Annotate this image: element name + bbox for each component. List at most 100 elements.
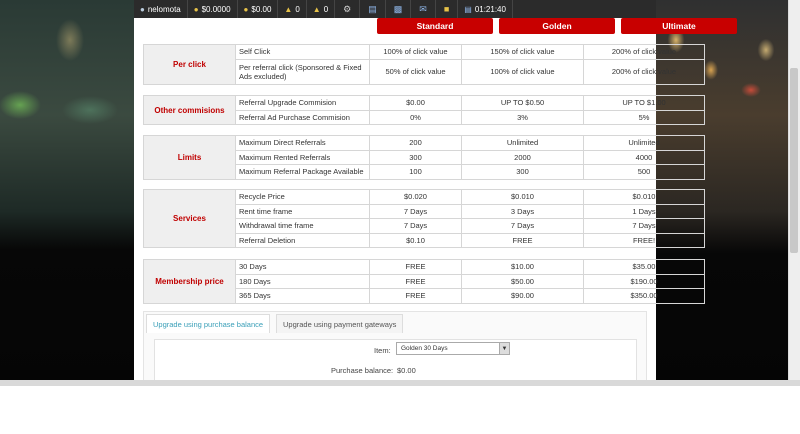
row-label: Rent time frame <box>235 203 370 219</box>
gear-icon: ⚙ <box>343 3 352 14</box>
plan-headers: Standard Golden Ultimate <box>242 18 737 34</box>
row-label: 365 Days <box>235 288 370 304</box>
row-label: Self Click <box>235 44 370 60</box>
direct-referrals[interactable]: ▲ 0 <box>278 0 307 18</box>
cell-value: $190.00 <box>583 273 705 289</box>
cell-value: Unlimited <box>461 135 584 151</box>
user-menu[interactable]: ● nelomota <box>134 0 188 18</box>
tab-purchase-balance[interactable]: Upgrade using purchase balance <box>146 314 271 333</box>
cell-value: 7 Days <box>461 218 584 234</box>
cell-value: UP TO $0.50 <box>461 95 584 111</box>
stats-button[interactable]: ▩ <box>386 0 412 18</box>
coins-icon: ● <box>193 4 199 14</box>
background-left-image <box>0 0 134 384</box>
rented-referrals[interactable]: ▲ 0 <box>307 0 336 18</box>
per-click-table: Per click Self Click 100% of click value… <box>143 44 705 85</box>
row-label: 180 Days <box>235 273 370 289</box>
referrals-icon: ▲ <box>312 4 321 14</box>
cell-value: 7 Days <box>369 218 462 234</box>
plan-standard-button[interactable]: Standard <box>377 18 493 34</box>
cell-value: 500 <box>583 164 705 180</box>
row-label: Maximum Direct Referrals <box>235 135 370 151</box>
logout-button[interactable]: ■ <box>436 0 459 18</box>
cell-value: 200% of click value <box>583 58 705 85</box>
cell-value: 2000 <box>461 149 584 165</box>
coins-icon: ● <box>243 4 249 14</box>
shop-button[interactable]: ▤ <box>360 0 386 18</box>
cell-value: 7 Days <box>583 218 705 234</box>
cell-value: $350.00 <box>583 288 705 304</box>
top-status-bar: ● nelomota ● $0.0000 ● $0.00 ▲ 0 ▲ 0 ⚙ ▤ ▩ ✉ … <box>134 0 656 18</box>
cell-value: FREE <box>461 232 584 248</box>
cell-value: $10.00 <box>461 259 584 275</box>
item-label: Item: <box>374 346 391 355</box>
cell-value: 3 Days <box>461 203 584 219</box>
category-label: Membership price <box>143 259 236 304</box>
category-label: Limits <box>143 135 236 180</box>
purchase-balance-value: $0.00 <box>397 366 416 375</box>
cell-value: Unlimited <box>583 135 705 151</box>
table-row: Membership price 30 Days FREE $10.00 $35… <box>143 259 705 304</box>
referrals-icon: ▲ <box>284 4 293 14</box>
cell-value: 150% of click value <box>461 44 584 60</box>
plan-golden-button[interactable]: Golden <box>499 18 615 34</box>
limits-table: Limits Maximum Direct Referrals 200 Unli… <box>143 135 705 180</box>
chevron-down-icon: ▼ <box>499 343 509 354</box>
category-label: Other commisions <box>143 95 236 125</box>
cell-value: FREE <box>369 259 462 275</box>
row-label: Withdrawal time frame <box>235 218 370 234</box>
cell-value: $0.020 <box>369 189 462 205</box>
cell-value: FREE <box>369 288 462 304</box>
table-row: Services Recycle Price $0.020 $0.010 $0.… <box>143 189 705 248</box>
purchase-balance-label: Purchase balance: <box>331 366 394 375</box>
table-row: Other commisions Referral Upgrade Commis… <box>143 95 705 125</box>
cart-icon: ▤ <box>464 4 472 14</box>
item-select[interactable]: Golden 30 Days ▼ <box>396 342 510 355</box>
mail-icon: ✉ <box>419 3 427 14</box>
cell-value: 50% of click value <box>369 58 462 85</box>
cell-value: 100 <box>369 164 462 180</box>
lock-icon: ■ <box>443 4 450 14</box>
cell-value: FREE! <box>583 232 705 248</box>
settings-button[interactable]: ⚙ <box>335 0 361 18</box>
cell-value: 200 <box>369 135 462 151</box>
cell-value: 3% <box>461 109 584 125</box>
cell-value: $0.10 <box>369 232 462 248</box>
scrollbar-thumb[interactable] <box>790 68 798 253</box>
taskbar-strip <box>0 380 800 386</box>
cell-value: $50.00 <box>461 273 584 289</box>
cell-value: 5% <box>583 109 705 125</box>
cell-value: 0% <box>369 109 462 125</box>
cell-value: 7 Days <box>369 203 462 219</box>
category-label: Services <box>143 189 236 248</box>
item-select-value: Golden 30 Days <box>401 345 448 352</box>
other-commisions-table: Other commisions Referral Upgrade Commis… <box>143 95 705 125</box>
messages-button[interactable]: ✉ <box>411 0 436 18</box>
table-row: Limits Maximum Direct Referrals 200 Unli… <box>143 135 705 180</box>
main-balance[interactable]: ● $0.0000 <box>188 0 238 18</box>
cell-value: 4000 <box>583 149 705 165</box>
chart-icon: ▩ <box>393 3 403 14</box>
table-row: Per click Self Click 100% of click value… <box>143 44 705 85</box>
row-label: Maximum Rented Referrals <box>235 149 370 165</box>
purchase-balance[interactable]: ● $0.00 <box>238 0 279 18</box>
cell-value: FREE <box>369 273 462 289</box>
cell-value: $0.010 <box>461 189 584 205</box>
cell-value: 100% of click value <box>369 44 462 60</box>
cell-value: 300 <box>369 149 462 165</box>
cell-value: $90.00 <box>461 288 584 304</box>
cell-value: UP TO $1.00 <box>583 95 705 111</box>
row-label: Referral Deletion <box>235 232 370 248</box>
row-label: 30 Days <box>235 259 370 275</box>
tab-payment-gateways[interactable]: Upgrade using payment gateways <box>276 314 404 333</box>
user-icon: ● <box>140 4 145 14</box>
cell-value: $0.010 <box>583 189 705 205</box>
cell-value: 1 Days <box>583 203 705 219</box>
cell-value: 200% of click value <box>583 44 705 60</box>
category-label: Per click <box>143 44 236 85</box>
cell-value: $0.00 <box>369 95 462 111</box>
services-table: Services Recycle Price $0.020 $0.010 $0.… <box>143 189 705 248</box>
cell-value: 100% of click value <box>461 58 584 85</box>
plan-ultimate-button[interactable]: Ultimate <box>621 18 737 34</box>
membership-price-table: Membership price 30 Days FREE $10.00 $35… <box>143 259 705 304</box>
